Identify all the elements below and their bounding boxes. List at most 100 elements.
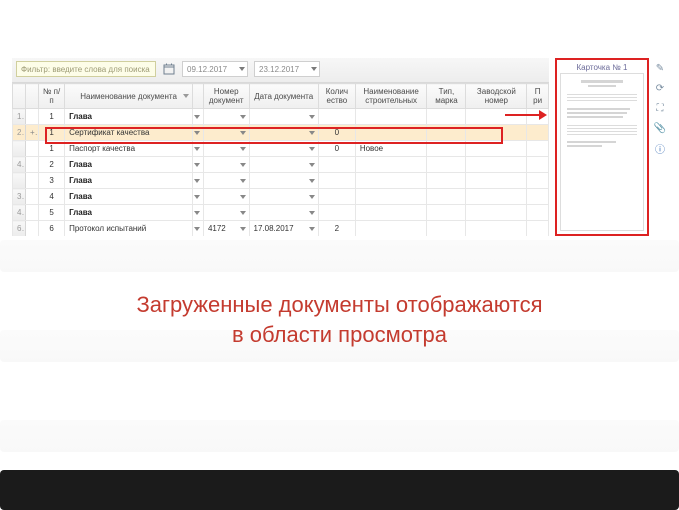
expand-toggle[interactable] bbox=[26, 205, 39, 221]
cell-doc-no[interactable] bbox=[203, 173, 249, 189]
cell-name-dd[interactable] bbox=[193, 173, 204, 189]
col-doc-no[interactable]: Номер документ bbox=[203, 84, 249, 109]
cell-name-dd[interactable] bbox=[193, 221, 204, 237]
cell-type bbox=[427, 157, 466, 173]
cell-doc-name: Протокол испытаний bbox=[65, 221, 193, 237]
expand-toggle[interactable] bbox=[26, 157, 39, 173]
table-row[interactable]: 1Паспорт качества0Новое bbox=[13, 141, 549, 157]
cell-doc-no[interactable] bbox=[203, 157, 249, 173]
cell-name-dd[interactable] bbox=[193, 189, 204, 205]
cell-name-dd[interactable] bbox=[193, 205, 204, 221]
cell-constr bbox=[355, 173, 427, 189]
cell-doc-date[interactable] bbox=[249, 173, 318, 189]
col-qty[interactable]: Колич ество bbox=[318, 84, 355, 109]
cell-doc-date[interactable]: 17.08.2017 bbox=[249, 221, 318, 237]
expand-toggle[interactable] bbox=[26, 141, 39, 157]
col-expand[interactable] bbox=[26, 84, 39, 109]
col-spacer[interactable] bbox=[193, 84, 204, 109]
refresh-icon[interactable]: ⟳ bbox=[654, 82, 666, 94]
arrow-annotation bbox=[505, 108, 547, 122]
cell-doc-no[interactable] bbox=[203, 109, 249, 125]
table-row[interactable]: 11Глава bbox=[13, 109, 549, 125]
cell-doc-date[interactable] bbox=[249, 157, 318, 173]
attach-icon[interactable]: 📎 bbox=[654, 122, 666, 134]
cell-doc-date[interactable] bbox=[249, 205, 318, 221]
col-doc-name[interactable]: Наименование документа bbox=[65, 84, 193, 109]
col-type[interactable]: Тип, марка bbox=[427, 84, 466, 109]
header-row: № п/п Наименование документа Номер докум… bbox=[13, 84, 549, 109]
cell-serial bbox=[466, 125, 527, 141]
edit-icon[interactable]: ✎ bbox=[654, 62, 666, 74]
calendar-icon[interactable] bbox=[162, 62, 176, 76]
table-row[interactable]: 3394Глава bbox=[13, 189, 549, 205]
row-gutter bbox=[13, 141, 26, 157]
cell-pri bbox=[527, 189, 549, 205]
cell-num: 2 bbox=[39, 157, 65, 173]
cell-pri bbox=[527, 221, 549, 237]
date-to[interactable]: 23.12.2017 bbox=[254, 61, 320, 77]
cell-doc-no[interactable]: 4172 bbox=[203, 221, 249, 237]
cell-doc-no[interactable] bbox=[203, 141, 249, 157]
expand-toggle[interactable] bbox=[26, 109, 39, 125]
preview-panel: Карточка № 1 ✎ ⟳ ⛶ 📎 ⓘ bbox=[555, 58, 667, 236]
cell-qty: 0 bbox=[318, 125, 355, 141]
cell-doc-no[interactable] bbox=[203, 125, 249, 141]
cell-doc-name: Паспорт качества bbox=[65, 141, 193, 157]
data-grid[interactable]: № п/п Наименование документа Номер докум… bbox=[12, 82, 549, 236]
col-handle[interactable] bbox=[13, 84, 26, 109]
card-title: Карточка № 1 bbox=[558, 61, 646, 73]
cell-num: 1 bbox=[39, 125, 65, 141]
row-gutter: 446 bbox=[13, 205, 26, 221]
cell-qty bbox=[318, 205, 355, 221]
cell-doc-date[interactable] bbox=[249, 109, 318, 125]
cell-num: 1 bbox=[39, 141, 65, 157]
cell-doc-no[interactable] bbox=[203, 205, 249, 221]
table-row[interactable]: 3Глава bbox=[13, 173, 549, 189]
cell-name-dd[interactable] bbox=[193, 157, 204, 173]
cell-qty bbox=[318, 157, 355, 173]
slide-caption: Загруженные документы отображаются в обл… bbox=[0, 290, 679, 349]
cell-name-dd[interactable] bbox=[193, 125, 204, 141]
col-pri[interactable]: П ри bbox=[527, 84, 549, 109]
col-doc-date[interactable]: Дата документа bbox=[249, 84, 318, 109]
cell-qty: 2 bbox=[318, 221, 355, 237]
filter-placeholder: Фильтр: введите слова для поиска bbox=[21, 65, 150, 74]
cell-doc-date[interactable] bbox=[249, 125, 318, 141]
info-icon[interactable]: ⓘ bbox=[654, 142, 666, 154]
col-constr[interactable]: Наименование строительных bbox=[355, 84, 427, 109]
col-num[interactable]: № п/п bbox=[39, 84, 65, 109]
cell-serial bbox=[466, 221, 527, 237]
cell-doc-date[interactable] bbox=[249, 141, 318, 157]
cell-type bbox=[427, 173, 466, 189]
date-from[interactable]: 09.12.2017 bbox=[182, 61, 248, 77]
main-area: Фильтр: введите слова для поиска 09.12.2… bbox=[12, 58, 549, 236]
chevron-down-icon bbox=[311, 67, 317, 71]
maximize-icon[interactable]: ⛶ bbox=[654, 102, 666, 114]
cell-serial bbox=[466, 157, 527, 173]
table-row[interactable]: 42Глава bbox=[13, 157, 549, 173]
cell-num: 6 bbox=[39, 221, 65, 237]
table-row[interactable]: 4465Глава bbox=[13, 205, 549, 221]
doc-thumbnail bbox=[560, 73, 644, 231]
expand-toggle[interactable] bbox=[26, 189, 39, 205]
expand-toggle[interactable]: + bbox=[26, 125, 39, 141]
cell-name-dd[interactable] bbox=[193, 141, 204, 157]
card-preview[interactable]: Карточка № 1 bbox=[555, 58, 649, 236]
cell-constr bbox=[355, 125, 427, 141]
cell-qty: 0 bbox=[318, 141, 355, 157]
col-serial[interactable]: Заводской номер bbox=[466, 84, 527, 109]
cell-doc-date[interactable] bbox=[249, 189, 318, 205]
expand-toggle[interactable] bbox=[26, 173, 39, 189]
cell-name-dd[interactable] bbox=[193, 109, 204, 125]
cell-pri bbox=[527, 125, 549, 141]
table-row[interactable]: 2+1Сертификат качества0 bbox=[13, 125, 549, 141]
row-gutter: 2 bbox=[13, 125, 26, 141]
cell-constr bbox=[355, 205, 427, 221]
cell-doc-no[interactable] bbox=[203, 189, 249, 205]
table-row[interactable]: 6606Протокол испытаний417217.08.20172 bbox=[13, 221, 549, 237]
cell-qty bbox=[318, 173, 355, 189]
expand-toggle[interactable] bbox=[26, 221, 39, 237]
cell-pri bbox=[527, 205, 549, 221]
cell-doc-name: Глава bbox=[65, 189, 193, 205]
filter-input[interactable]: Фильтр: введите слова для поиска bbox=[16, 61, 156, 77]
